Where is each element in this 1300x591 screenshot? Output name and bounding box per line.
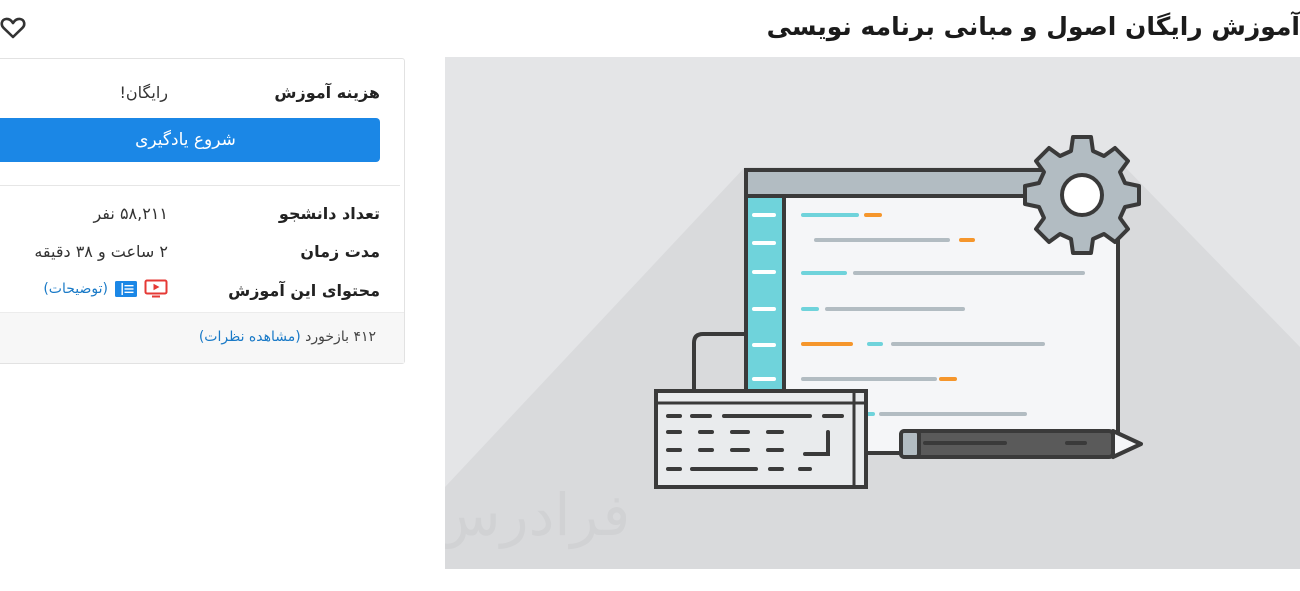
cost-label: هزینه آموزش: [274, 83, 380, 102]
page-title: آموزش رایگان اصول و مبانی برنامه نویسی: [766, 12, 1300, 41]
start-learning-button[interactable]: شروع یادگیری: [0, 118, 380, 162]
course-info-card: هزینه آموزش رایگان! شروع یادگیری تعداد د…: [0, 58, 405, 364]
view-comments-link[interactable]: (مشاهده نظرات): [199, 329, 301, 345]
card-footer: ۴۱۲ بازخورد (مشاهده نظرات): [0, 312, 404, 363]
watermark-text: فرادرس: [445, 481, 630, 550]
content-label: محتوای این آموزش: [228, 281, 380, 300]
document-icon: [115, 281, 137, 297]
students-label: تعداد دانشجو: [278, 204, 380, 223]
students-value: ۵۸,۲۱۱ نفر: [93, 204, 168, 223]
video-icon: [144, 279, 168, 298]
keyboard-icon: [654, 389, 868, 489]
cost-value: رایگان!: [119, 83, 169, 102]
gear-icon: [1023, 135, 1141, 255]
content-description-link[interactable]: (توضیحات): [43, 281, 108, 297]
course-illustration: فرادرس: [445, 57, 1300, 569]
divider: [0, 185, 400, 186]
feedback-count: ۴۱۲ بازخورد: [305, 329, 376, 345]
duration-label: مدت زمان: [300, 242, 380, 261]
illustration-graphic: فرادرس: [445, 135, 1300, 569]
duration-value: ۲ ساعت و ۳۸ دقیقه: [34, 242, 168, 261]
content-types: (توضیحات): [43, 279, 168, 299]
heart-icon[interactable]: [0, 16, 26, 40]
pencil-icon: [899, 429, 1143, 459]
